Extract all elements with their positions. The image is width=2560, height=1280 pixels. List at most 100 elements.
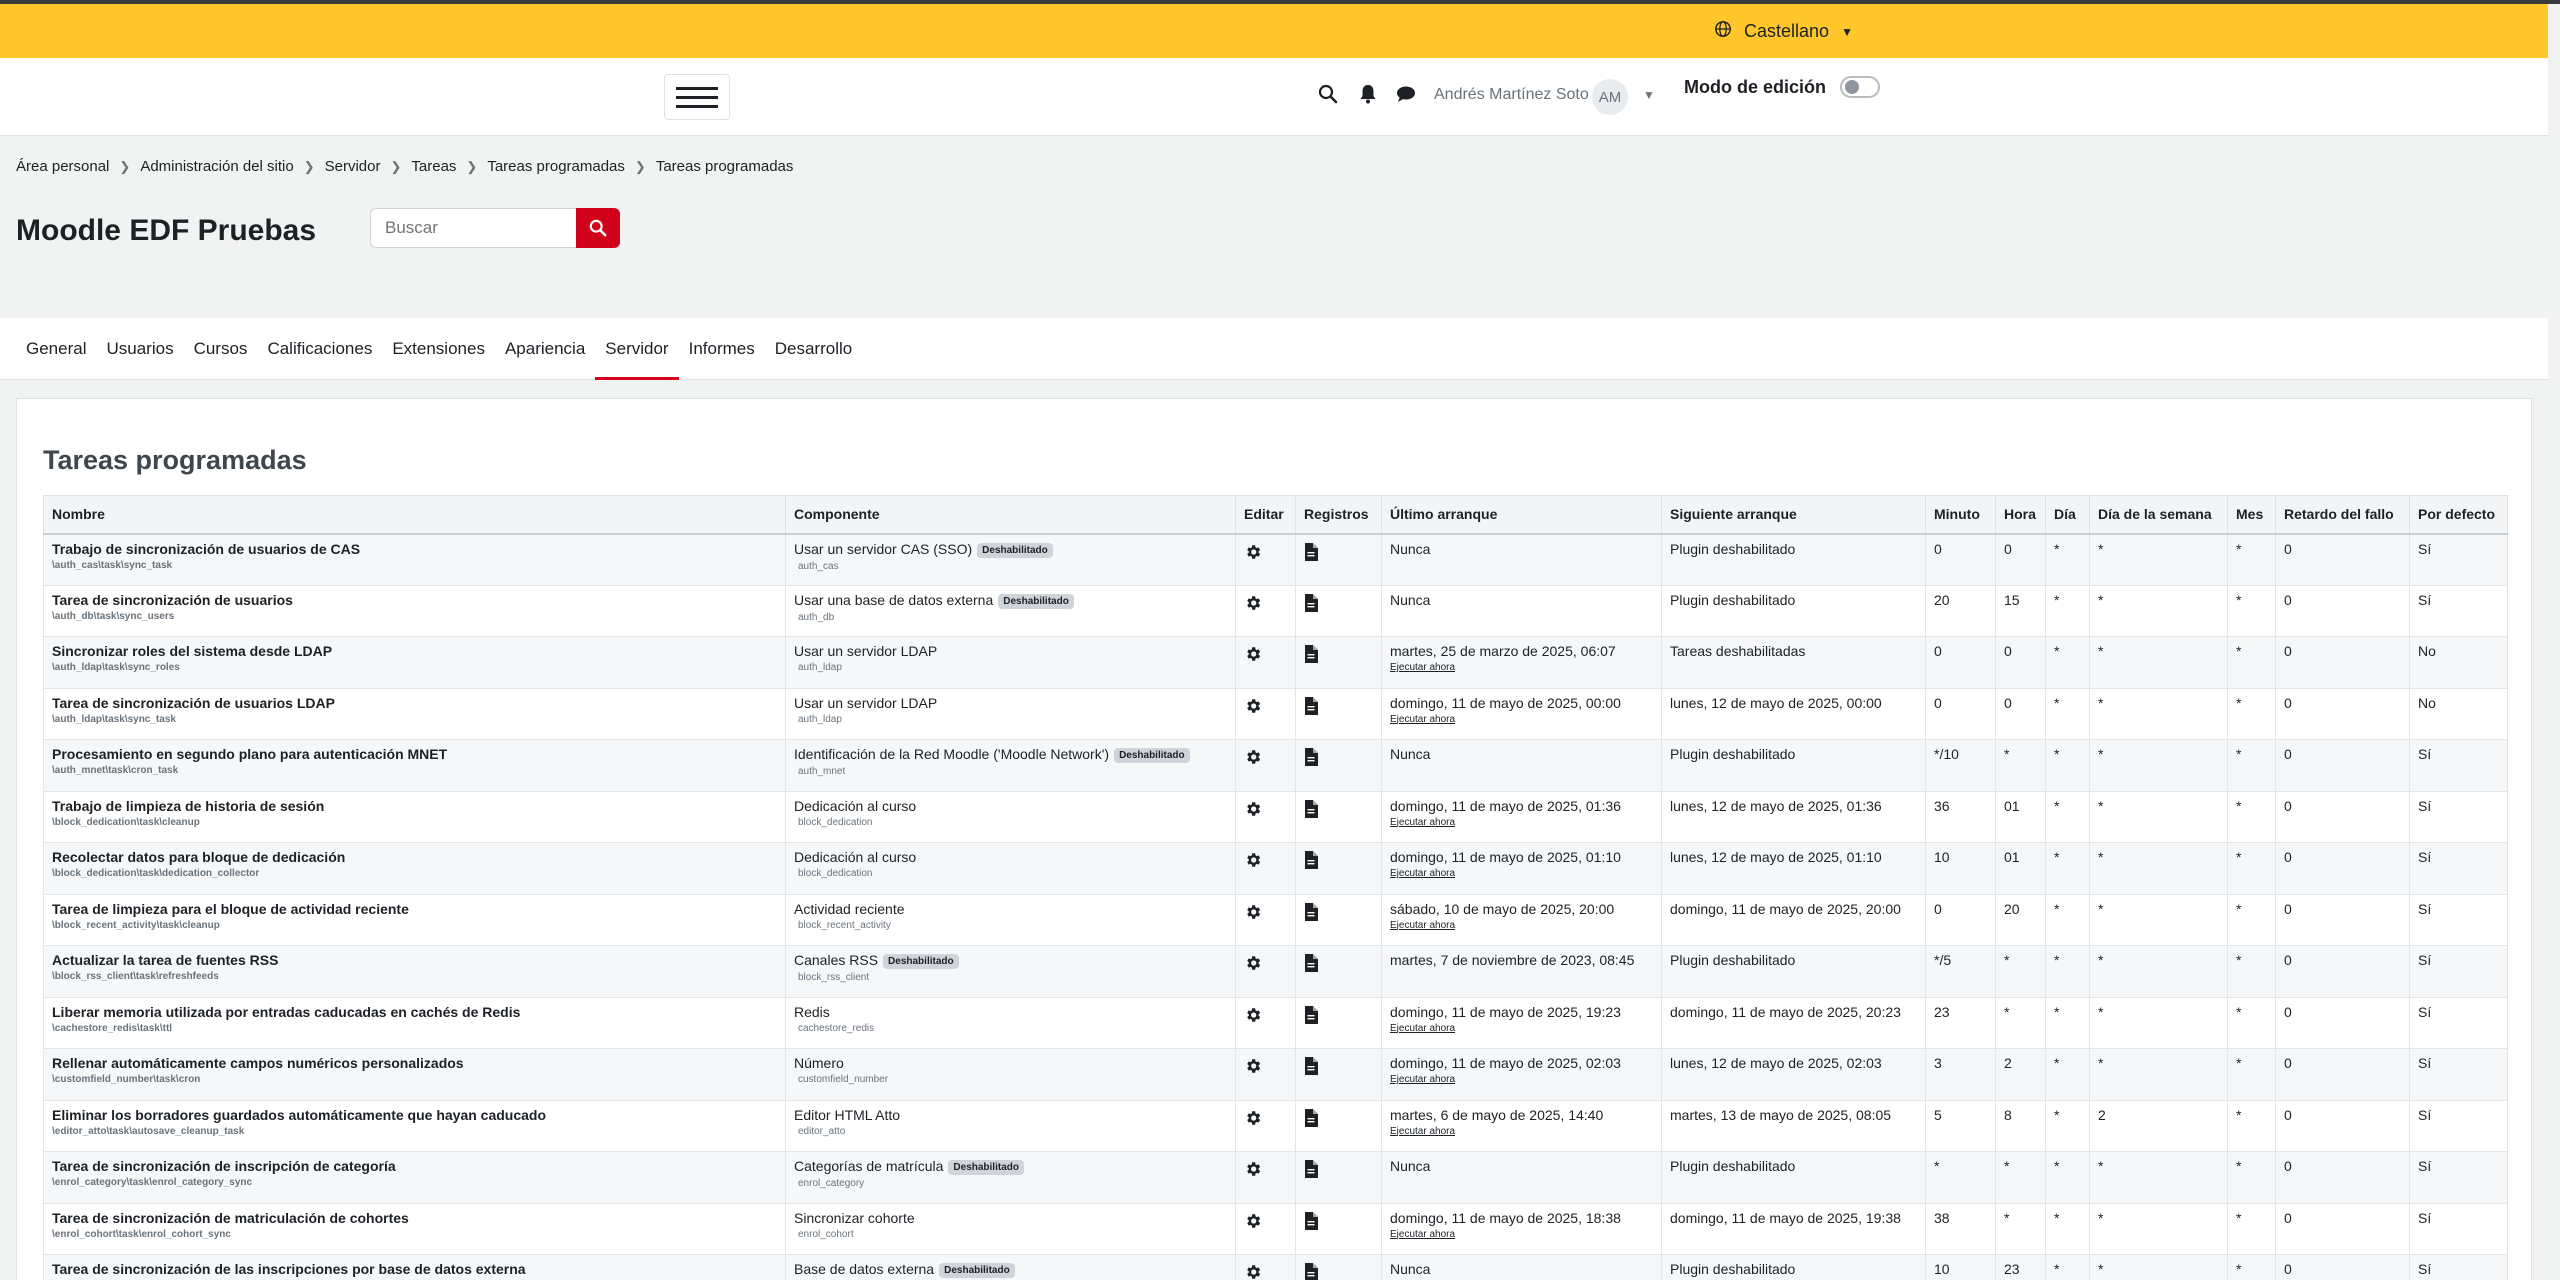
column-header-name[interactable]: Nombre (43, 495, 786, 535)
file-icon[interactable] (1304, 1005, 1373, 1024)
logs-cell (1295, 1048, 1382, 1101)
gear-icon[interactable] (1244, 1109, 1287, 1127)
tab-cursos[interactable]: Cursos (184, 318, 258, 380)
file-icon[interactable] (1304, 1108, 1373, 1127)
component-id: block_rss_client (798, 972, 870, 983)
file-icon[interactable] (1304, 1160, 1373, 1178)
component-name: Dedicación al curso (794, 797, 917, 814)
run-now-link[interactable]: Ejecutar ahora (1390, 817, 1653, 828)
run-now-link[interactable]: Ejecutar ahora (1390, 662, 1653, 673)
edit-mode-toggle[interactable] (1840, 76, 1880, 98)
gear-icon[interactable] (1244, 954, 1287, 972)
month-cell: * (2227, 842, 2276, 895)
run-now-link[interactable]: Ejecutar ahora (1390, 868, 1653, 879)
hour-cell: 01 (1995, 790, 2046, 843)
user-name[interactable]: Andrés Martínez Soto (1434, 86, 1589, 104)
file-icon[interactable] (1304, 696, 1373, 715)
task-name-cell: Actualizar la tarea de fuentes RSS \block… (43, 945, 786, 998)
run-now-link[interactable]: Ejecutar ahora (1390, 1074, 1653, 1085)
tab-servidor[interactable]: Servidor (595, 318, 679, 380)
hour-cell: 8 (1995, 1099, 2046, 1152)
gear-icon[interactable] (1244, 543, 1287, 561)
component-cell: Actividad reciente block_recent_activity (785, 893, 1236, 946)
run-now-link[interactable]: Ejecutar ahora (1390, 920, 1653, 931)
minute-cell: */10 (1925, 739, 1996, 792)
gear-icon[interactable] (1244, 1006, 1287, 1024)
default-cell: Sí (2409, 996, 2508, 1049)
day-of-week-cell: * (2089, 893, 2228, 946)
file-icon[interactable] (1304, 1211, 1373, 1230)
file-icon[interactable] (1304, 1057, 1373, 1075)
tab-usuarios[interactable]: Usuarios (96, 318, 183, 380)
chevron-right-icon: ❯ (119, 158, 131, 174)
month-cell: * (2227, 1099, 2276, 1152)
breadcrumb-item[interactable]: Tareas programadas (487, 158, 625, 175)
last-run-value: martes, 6 de mayo de 2025, 14:40 (1390, 1106, 1604, 1123)
component-id: auth_db (798, 611, 835, 623)
search-icon[interactable] (1316, 82, 1340, 106)
last-run-value: martes, 7 de noviembre de 2023, 08:45 (1390, 952, 1635, 968)
file-icon[interactable] (1304, 1263, 1373, 1280)
next-run-cell: Plugin deshabilitado (1661, 945, 1926, 998)
default-cell: Sí (2409, 1048, 2508, 1101)
tab-extensiones[interactable]: Extensiones (382, 318, 495, 380)
task-name-cell: Procesamiento en segundo plano para aute… (43, 739, 786, 792)
edit-mode-switch[interactable]: Modo de edición (1684, 76, 1880, 98)
menu-toggle-button[interactable] (664, 74, 730, 120)
task-classname: \editor_atto\task\autosave_cleanup_task (52, 1125, 245, 1137)
file-icon[interactable] (1304, 748, 1373, 766)
bell-icon[interactable] (1356, 82, 1380, 106)
gear-icon[interactable] (1244, 645, 1287, 663)
task-classname: \auth_db\task\sync_users (52, 610, 175, 622)
avatar[interactable]: AM (1592, 79, 1628, 115)
gear-icon[interactable] (1244, 748, 1287, 766)
component-name: Redis (794, 1003, 830, 1020)
tab-calificaciones[interactable]: Calificaciones (257, 318, 382, 380)
minute-cell: 10 (1925, 1254, 1996, 1280)
breadcrumb-item[interactable]: Administración del sitio (140, 158, 293, 175)
gear-icon[interactable] (1244, 851, 1287, 869)
breadcrumb-item[interactable]: Área personal (16, 158, 109, 175)
caret-down-icon[interactable]: ▼ (1643, 88, 1655, 102)
day-of-week-cell: * (2089, 1151, 2228, 1204)
tab-general[interactable]: General (16, 318, 96, 380)
hamburger-line (676, 86, 718, 90)
run-now-link[interactable]: Ejecutar ahora (1390, 714, 1653, 725)
file-icon[interactable] (1304, 954, 1373, 972)
search-button[interactable] (576, 208, 620, 248)
gear-icon[interactable] (1244, 903, 1287, 921)
breadcrumb-item[interactable]: Tareas (411, 158, 456, 175)
run-now-link[interactable]: Ejecutar ahora (1390, 1229, 1653, 1240)
gear-icon[interactable] (1244, 1263, 1287, 1280)
run-now-link[interactable]: Ejecutar ahora (1390, 1126, 1653, 1137)
breadcrumb-item[interactable]: Servidor (325, 158, 381, 175)
search-input[interactable] (370, 208, 576, 248)
file-icon[interactable] (1304, 851, 1373, 869)
file-icon[interactable] (1304, 902, 1373, 921)
last-run-value: domingo, 11 de mayo de 2025, 19:23 (1390, 1003, 1621, 1020)
column-header-logs: Registros (1295, 495, 1382, 535)
tab-desarrollo[interactable]: Desarrollo (765, 318, 862, 380)
gear-icon[interactable] (1244, 594, 1287, 612)
tab-informes[interactable]: Informes (679, 318, 765, 380)
language-label: Castellano (1744, 21, 1830, 41)
file-icon[interactable] (1304, 645, 1373, 663)
breadcrumb-current: Tareas programadas (655, 158, 794, 175)
file-icon[interactable] (1304, 542, 1373, 561)
gear-icon[interactable] (1244, 1160, 1287, 1178)
gear-icon[interactable] (1244, 1212, 1287, 1230)
gear-icon[interactable] (1244, 1057, 1287, 1075)
component-name: Base de datos externa (794, 1261, 935, 1277)
gear-icon[interactable] (1244, 697, 1287, 715)
next-run-cell: Tareas deshabilitadas (1661, 636, 1926, 689)
minute-cell: 10 (1925, 842, 1996, 895)
column-header-component[interactable]: Componente (785, 495, 1236, 535)
run-now-link[interactable]: Ejecutar ahora (1390, 1023, 1653, 1034)
language-selector[interactable]: Castellano ▼ (1714, 20, 1853, 43)
file-icon[interactable] (1304, 799, 1373, 818)
component-cell: Usar un servidor CAS (SSO) Deshabilitado a… (785, 533, 1236, 586)
tab-apariencia[interactable]: Apariencia (495, 318, 595, 380)
file-icon[interactable] (1304, 593, 1373, 612)
chat-icon[interactable] (1394, 82, 1418, 106)
gear-icon[interactable] (1244, 800, 1287, 818)
